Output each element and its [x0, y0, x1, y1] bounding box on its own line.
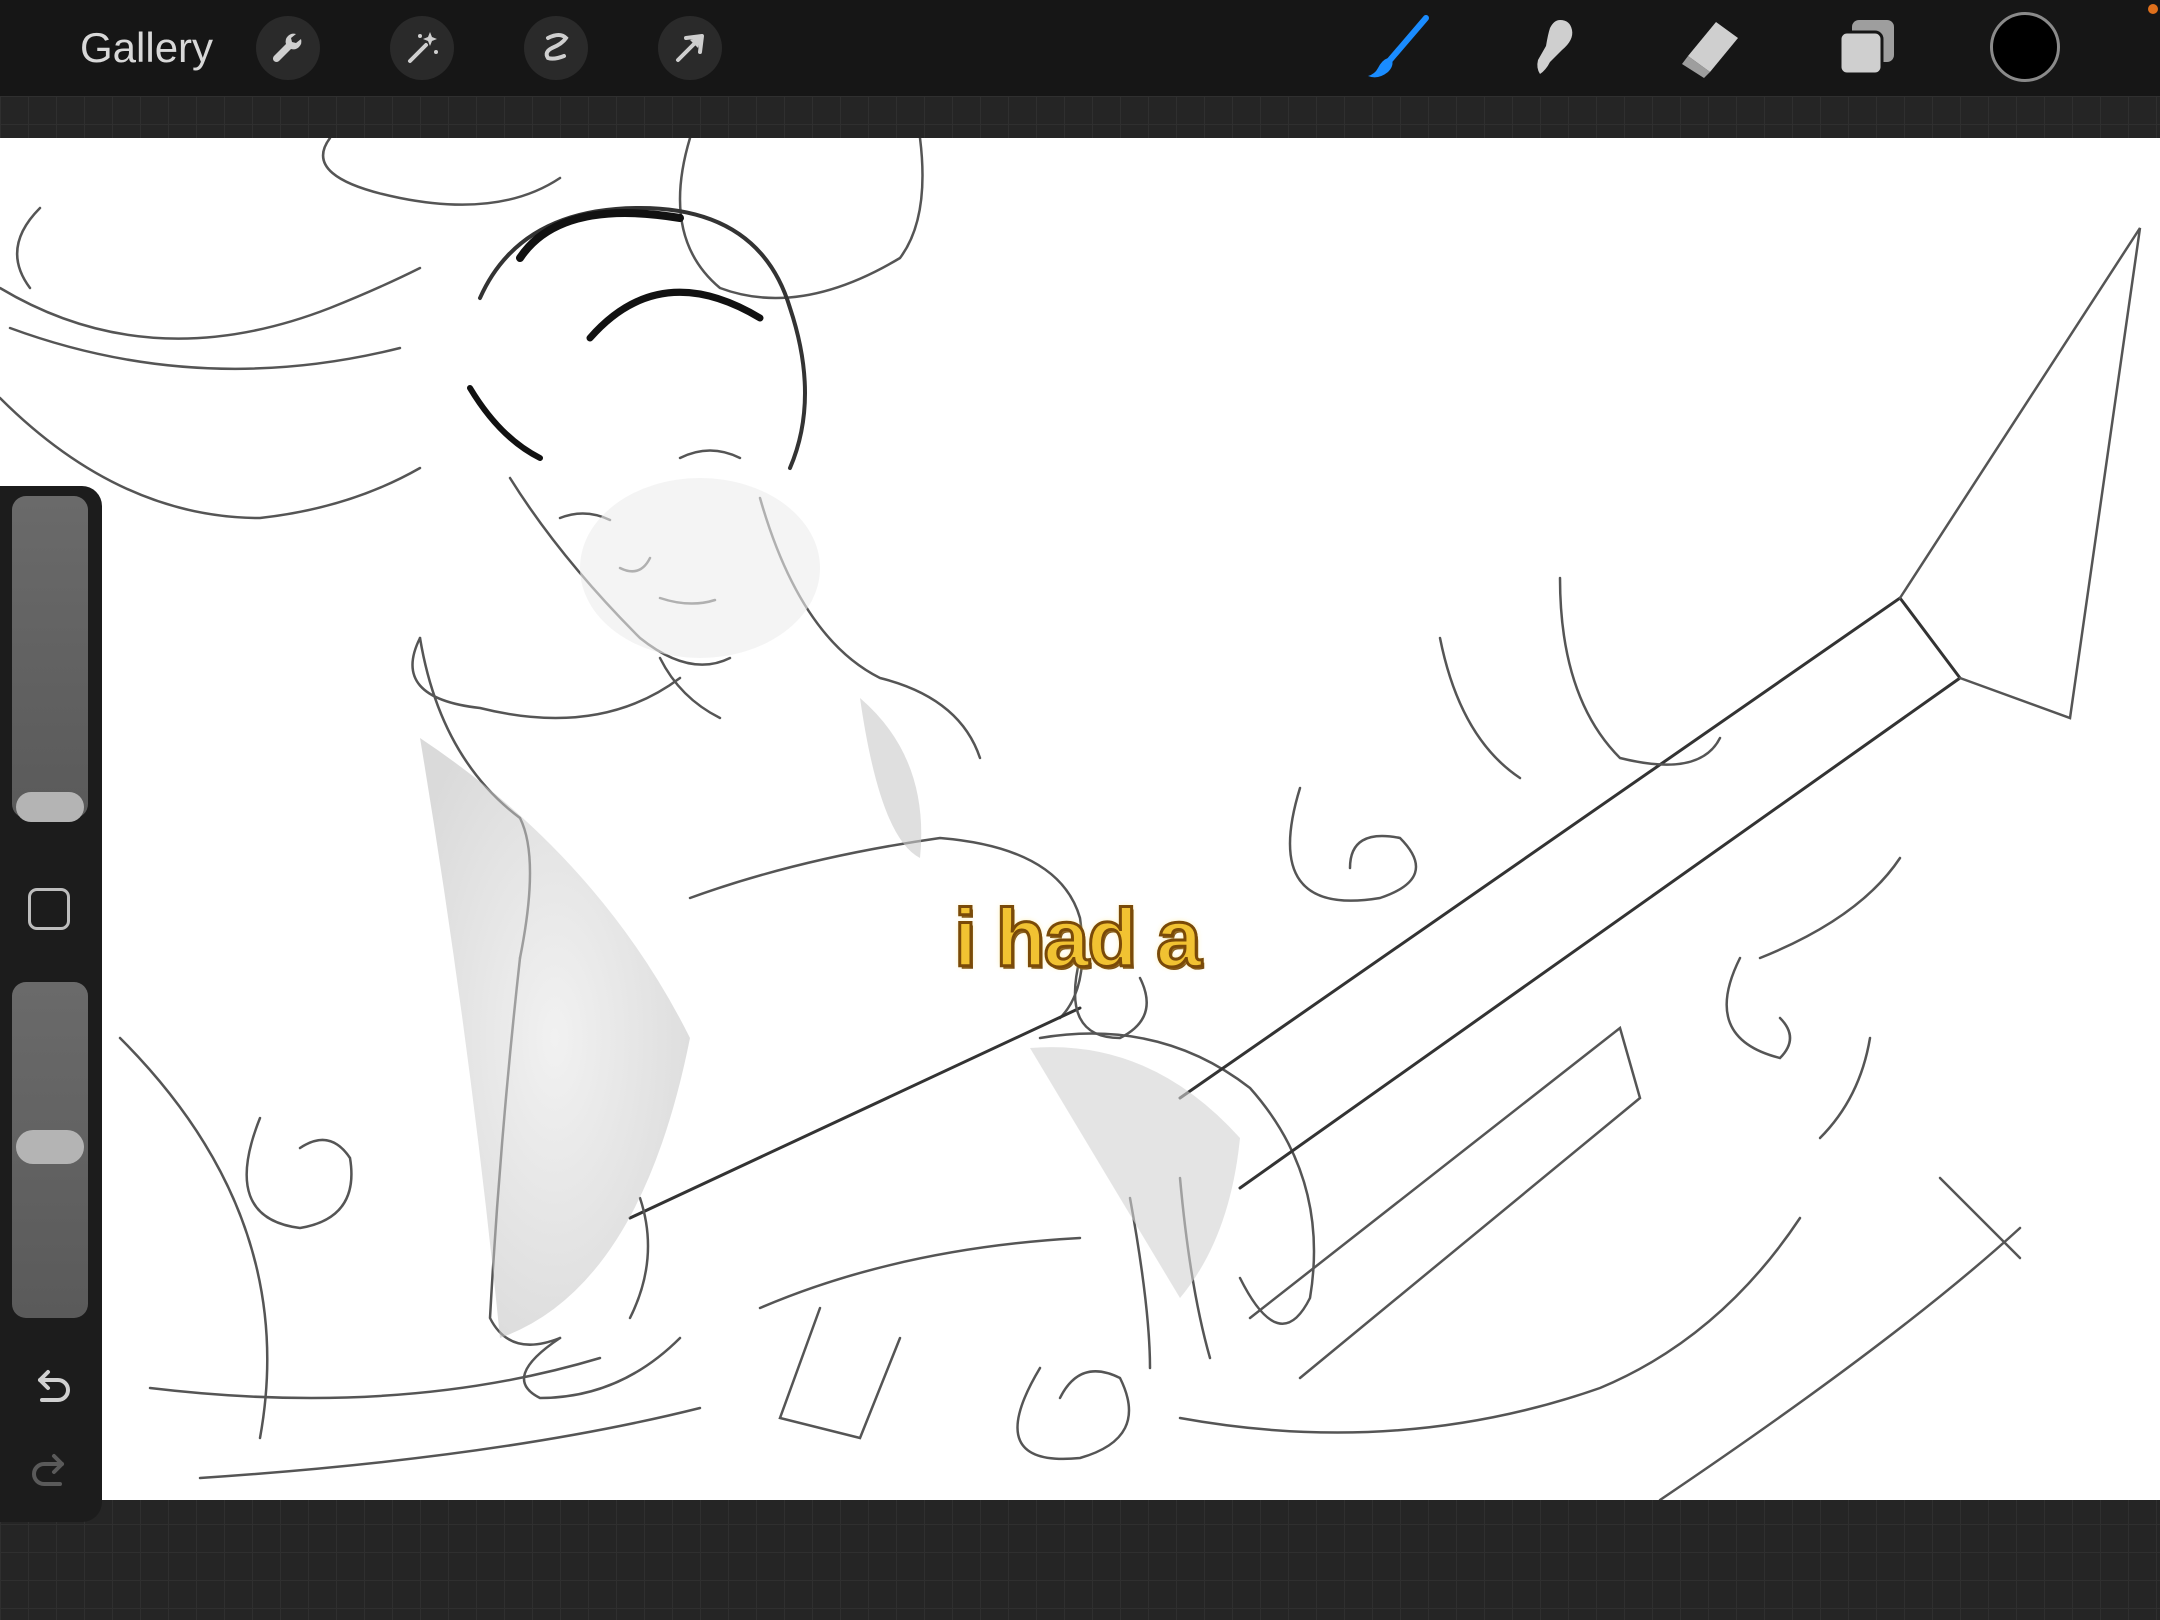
gallery-button[interactable]: Gallery	[80, 20, 213, 76]
undo-icon[interactable]	[26, 1362, 76, 1412]
opacity-knob[interactable]	[16, 1130, 84, 1164]
selection-icon	[544, 33, 569, 61]
adjustments-button[interactable]	[390, 16, 454, 80]
brush-size-slider[interactable]	[12, 496, 88, 822]
sketch-artwork	[0, 138, 2142, 1500]
layers-icon	[1838, 20, 1894, 76]
selection-button[interactable]	[524, 16, 588, 80]
recording-indicator	[2148, 4, 2158, 14]
redo-icon[interactable]	[26, 1446, 76, 1496]
brush-icon	[1368, 15, 1429, 78]
drawing-canvas[interactable]: i had a	[0, 138, 2160, 1500]
magic-wand-icon	[408, 32, 438, 63]
brush-size-knob[interactable]	[16, 792, 84, 822]
eraser-tool-button[interactable]	[1676, 14, 1744, 82]
layers-button[interactable]	[1834, 14, 1902, 82]
side-panel	[0, 486, 102, 1522]
transform-button[interactable]	[658, 16, 722, 80]
opacity-slider[interactable]	[12, 982, 88, 1318]
eraser-icon	[1682, 22, 1738, 78]
wrench-icon	[272, 33, 302, 63]
top-toolbar: Gallery	[0, 0, 2160, 96]
smudge-tool-button[interactable]	[1520, 14, 1588, 82]
actions-button[interactable]	[256, 16, 320, 80]
brush-tool-button[interactable]	[1364, 14, 1432, 82]
smudge-icon	[1537, 20, 1573, 74]
caption-text: i had a	[953, 892, 1204, 986]
transform-arrow-icon	[676, 34, 704, 62]
modify-button[interactable]	[28, 888, 70, 930]
color-swatch[interactable]	[1990, 12, 2060, 82]
